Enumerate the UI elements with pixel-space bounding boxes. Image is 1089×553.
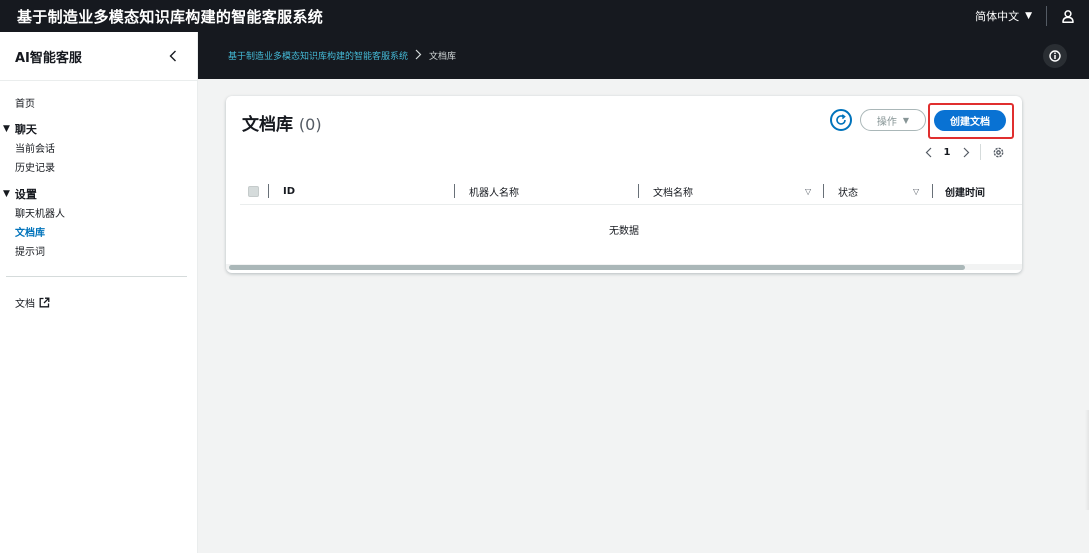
- chevron-right-icon: [963, 147, 969, 157]
- side-navigation: AI智能客服 首页 ▼ 聊天 当前会话 历史记录 ▼ 设置 聊天机器人 文档库 …: [0, 32, 198, 553]
- sidebar-item-document-library[interactable]: 文档库: [0, 224, 197, 243]
- language-label: 简体中文: [975, 10, 1020, 23]
- sidebar-item-label: 文档: [15, 299, 35, 310]
- top-navigation: 基于制造业多模态知识库构建的智能客服系统 简体中文 ▼: [0, 0, 1089, 32]
- sidebar-section-label: 聊天: [14, 123, 37, 136]
- column-header-label: 状态: [838, 187, 858, 199]
- empty-state-text: 无数据: [609, 226, 639, 237]
- sidebar-section-settings[interactable]: ▼ 设置: [0, 183, 197, 205]
- filter-icon[interactable]: ▽: [805, 187, 811, 196]
- table-header: ID 机器人名称 文档名称 ▽ 状态 ▽ 创建时间: [240, 178, 1022, 205]
- sidebar-header: AI智能客服: [0, 32, 197, 81]
- breadcrumb-root-link[interactable]: 基于制造业多模态知识库构建的智能客服系统: [228, 49, 408, 62]
- sidebar-item-history[interactable]: 历史记录: [0, 159, 197, 178]
- sidebar-section-chat[interactable]: ▼ 聊天: [0, 118, 197, 140]
- chevron-right-icon: [415, 49, 422, 63]
- sidebar-nav: 首页 ▼ 聊天 当前会话 历史记录 ▼ 设置 聊天机器人 文档库 提示词 文档: [0, 81, 197, 310]
- refresh-icon: [836, 114, 846, 125]
- caret-down-icon: ▼: [1025, 11, 1032, 21]
- item-count: (0): [298, 115, 322, 134]
- external-link-icon: [39, 297, 50, 308]
- column-separator: [638, 183, 639, 198]
- actions-label: 操作: [876, 116, 897, 128]
- pagination-divider: [980, 144, 981, 160]
- sidebar-item-home[interactable]: 首页: [0, 95, 197, 114]
- language-selector[interactable]: 简体中文 ▼: [975, 8, 1046, 24]
- column-header-label: 创建时间: [945, 187, 985, 199]
- column-separator: [268, 183, 269, 198]
- sidebar-item-chatbots[interactable]: 聊天机器人: [0, 205, 197, 224]
- info-panel-button[interactable]: [1043, 44, 1067, 68]
- table-title: 文档库: [242, 115, 293, 135]
- edge-shadow: [1085, 410, 1089, 510]
- gear-icon: [993, 147, 1003, 157]
- caret-down-icon: ▼: [3, 189, 10, 199]
- user-menu-button[interactable]: [1047, 0, 1089, 32]
- chevron-left-icon: [169, 50, 176, 62]
- column-separator: [823, 183, 824, 198]
- column-separator: [454, 183, 455, 198]
- table-preferences-button[interactable]: [991, 145, 1005, 159]
- top-nav-utilities: 简体中文 ▼: [975, 0, 1089, 32]
- chevron-left-icon: [925, 147, 931, 157]
- next-page-button[interactable]: [958, 147, 974, 158]
- caret-down-icon: ▼: [3, 124, 10, 134]
- page-title: 文档库 (0): [242, 110, 322, 135]
- column-header-status[interactable]: 状态 ▽: [823, 178, 932, 205]
- sidebar-item-prompts[interactable]: 提示词: [0, 243, 197, 262]
- column-header-created-time[interactable]: 创建时间: [932, 178, 1022, 205]
- horizontal-scrollbar-thumb[interactable]: [229, 265, 965, 270]
- page-number[interactable]: 1: [936, 147, 958, 158]
- sidebar-section-label: 设置: [14, 188, 37, 201]
- column-header-bot-name[interactable]: 机器人名称: [454, 178, 638, 205]
- app-title[interactable]: 基于制造业多模态知识库构建的智能客服系统: [17, 6, 323, 27]
- info-icon: [1049, 50, 1061, 62]
- actions-dropdown-button[interactable]: 操作 ▼: [860, 109, 926, 131]
- caret-down-icon: ▼: [902, 115, 910, 125]
- column-header-label: 文档名称: [653, 187, 693, 199]
- previous-page-button[interactable]: [920, 147, 936, 158]
- sidebar-title[interactable]: AI智能客服: [15, 47, 82, 66]
- sidebar-item-docs[interactable]: 文档: [0, 295, 197, 310]
- filter-icon[interactable]: ▽: [913, 187, 919, 196]
- column-header-id[interactable]: ID: [268, 178, 454, 205]
- select-all-cell: [240, 178, 268, 205]
- create-document-button[interactable]: 创建文档: [934, 110, 1006, 131]
- column-header-document-name[interactable]: 文档名称 ▽: [638, 178, 823, 205]
- breadcrumb: 基于制造业多模态知识库构建的智能客服系统 文档库: [198, 32, 1089, 79]
- sidebar-divider: [6, 276, 187, 277]
- breadcrumb-current: 文档库: [429, 52, 457, 62]
- refresh-button[interactable]: [830, 109, 852, 131]
- column-header-label: 机器人名称: [469, 187, 519, 199]
- pagination: 1: [920, 143, 1005, 161]
- select-all-checkbox[interactable]: [248, 185, 259, 197]
- column-separator: [932, 183, 933, 198]
- column-header-label: ID: [283, 185, 296, 197]
- sidebar-item-current-chat[interactable]: 当前会话: [0, 140, 197, 159]
- user-icon: [1062, 9, 1074, 23]
- collapse-sidebar-button[interactable]: [165, 48, 181, 64]
- document-library-table-container: 文档库 (0) 操作 ▼ 创建文档 1 ID 机器人名称 文档名称 ▽ 状态 ▽…: [226, 96, 1022, 273]
